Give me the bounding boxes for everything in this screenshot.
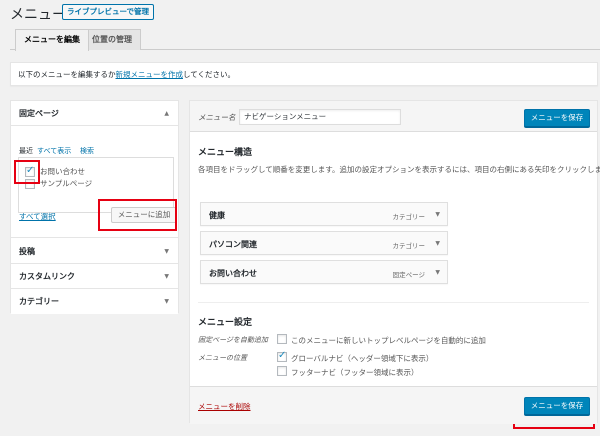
accordion-categories-label: カテゴリー — [19, 297, 59, 306]
create-new-menu-link[interactable]: 新規メニューを作成 — [116, 70, 184, 79]
tab-manage-locations[interactable]: 位置の管理 — [83, 29, 141, 50]
checkmark-icon: ✓ — [278, 350, 287, 361]
page-checkbox-sample[interactable] — [25, 179, 35, 189]
save-menu-button-top[interactable]: メニューを保存 — [524, 109, 590, 127]
manage-text-before: 以下のメニューを編集するか — [18, 70, 116, 79]
accordion-pages[interactable]: 固定ページ ▲ — [11, 101, 178, 126]
pages-tab-all[interactable]: すべて表示 — [37, 146, 71, 156]
accordion-custom-links[interactable]: カスタムリンク ▼ — [11, 264, 178, 289]
pages-tab-recent[interactable]: 最近 — [19, 146, 33, 156]
add-to-menu-button[interactable]: メニューに追加 — [111, 207, 177, 223]
pages-tab-search[interactable]: 検索 — [80, 146, 94, 156]
menu-item-title: パソコン関連 — [209, 240, 257, 249]
menu-item[interactable]: パソコン関連 カテゴリー ▼ — [200, 231, 448, 255]
menu-footer: メニューを削除 メニューを保存 — [190, 386, 597, 424]
expand-arrow-icon[interactable]: ▼ — [164, 264, 169, 289]
expand-arrow-icon[interactable]: ▼ — [164, 239, 169, 264]
accordion-posts[interactable]: 投稿 ▼ — [11, 239, 178, 264]
menu-item-type: カテゴリー — [392, 213, 426, 221]
menu-item-type: カテゴリー — [392, 242, 426, 250]
accordion-custom-links-label: カスタムリンク — [19, 272, 75, 281]
expand-item-icon[interactable]: ▼ — [435, 240, 440, 247]
page-label-sample: サンプルページ — [40, 179, 93, 188]
menu-item-type: 固定ページ — [392, 271, 425, 279]
delete-menu-link[interactable]: メニューを削除 — [198, 401, 251, 412]
menu-settings-title: メニュー設定 — [198, 318, 253, 328]
accordion-categories[interactable]: カテゴリー ▼ — [11, 289, 178, 314]
menu-structure-title: メニュー構造 — [198, 148, 253, 158]
collapse-arrow-icon[interactable]: ▲ — [164, 101, 169, 126]
accordion-pages-label: 固定ページ — [19, 109, 59, 118]
auto-add-checkbox[interactable] — [277, 334, 287, 344]
location-checkbox-global[interactable]: ✓ — [277, 350, 287, 362]
checkmark-icon: ✓ — [26, 165, 35, 176]
pages-panel: 最近 すべて表示 検索 ✓ お問い合わせ サンプルページ すべて選択 メニューに… — [11, 127, 178, 238]
menu-item[interactable]: 健康 カテゴリー ▼ — [200, 202, 448, 226]
expand-item-icon[interactable]: ▼ — [435, 211, 440, 218]
location-checkbox-footer[interactable] — [277, 366, 287, 376]
menu-item-title: 健康 — [209, 211, 225, 220]
tab-edit-menus[interactable]: メニューを編集 — [15, 29, 89, 51]
add-menu-items-panel: 固定ページ ▲ 最近 すべて表示 検索 ✓ お問い合わせ サンプルページ すべて… — [10, 100, 179, 314]
auto-add-text: このメニューに新しいトップレベルページを自動的に追加 — [291, 336, 486, 345]
location-label-footer: フッターナビ（フッター領域に表示） — [291, 368, 419, 377]
pages-checklist: ✓ お問い合わせ サンプルページ — [18, 157, 174, 213]
manage-menus-box: 以下のメニューを編集するか新規メニューを作成してください。 — [10, 62, 598, 86]
page-label-contact: お問い合わせ — [40, 167, 85, 176]
select-all-link[interactable]: すべて選択 — [19, 211, 56, 222]
location-label-global: グローバルナビ（ヘッダー領域下に表示） — [291, 354, 434, 363]
settings-divider — [198, 302, 589, 303]
menu-structure-description: 各項目をドラッグして順番を変更します。追加の設定オプションを表示するには、項目の… — [198, 165, 600, 174]
menu-item-title: お問い合わせ — [209, 269, 257, 278]
expand-item-icon[interactable]: ▼ — [435, 269, 440, 276]
page-checkbox-contact[interactable]: ✓ — [25, 165, 35, 177]
live-preview-button[interactable]: ライブプレビューで管理 — [62, 4, 155, 20]
auto-add-label: 固定ページを自動追加 — [198, 336, 268, 344]
menu-header: メニュー名 ナビゲーションメニュー メニューを保存 — [190, 101, 597, 132]
menu-name-input[interactable]: ナビゲーションメニュー — [239, 109, 401, 125]
menu-item[interactable]: お問い合わせ 固定ページ ▼ — [200, 260, 448, 284]
menu-edit-panel: メニュー名 ナビゲーションメニュー メニューを保存 メニュー構造 各項目をドラッ… — [189, 100, 600, 424]
expand-arrow-icon[interactable]: ▼ — [164, 289, 169, 314]
save-menu-button-bottom[interactable]: メニューを保存 — [524, 397, 590, 415]
page-title: メニュー — [10, 7, 66, 23]
manage-text-after: してください。 — [183, 70, 236, 79]
menu-location-label: メニューの位置 — [198, 354, 247, 362]
menu-name-label: メニュー名 — [198, 113, 236, 122]
accordion-posts-label: 投稿 — [19, 247, 35, 256]
